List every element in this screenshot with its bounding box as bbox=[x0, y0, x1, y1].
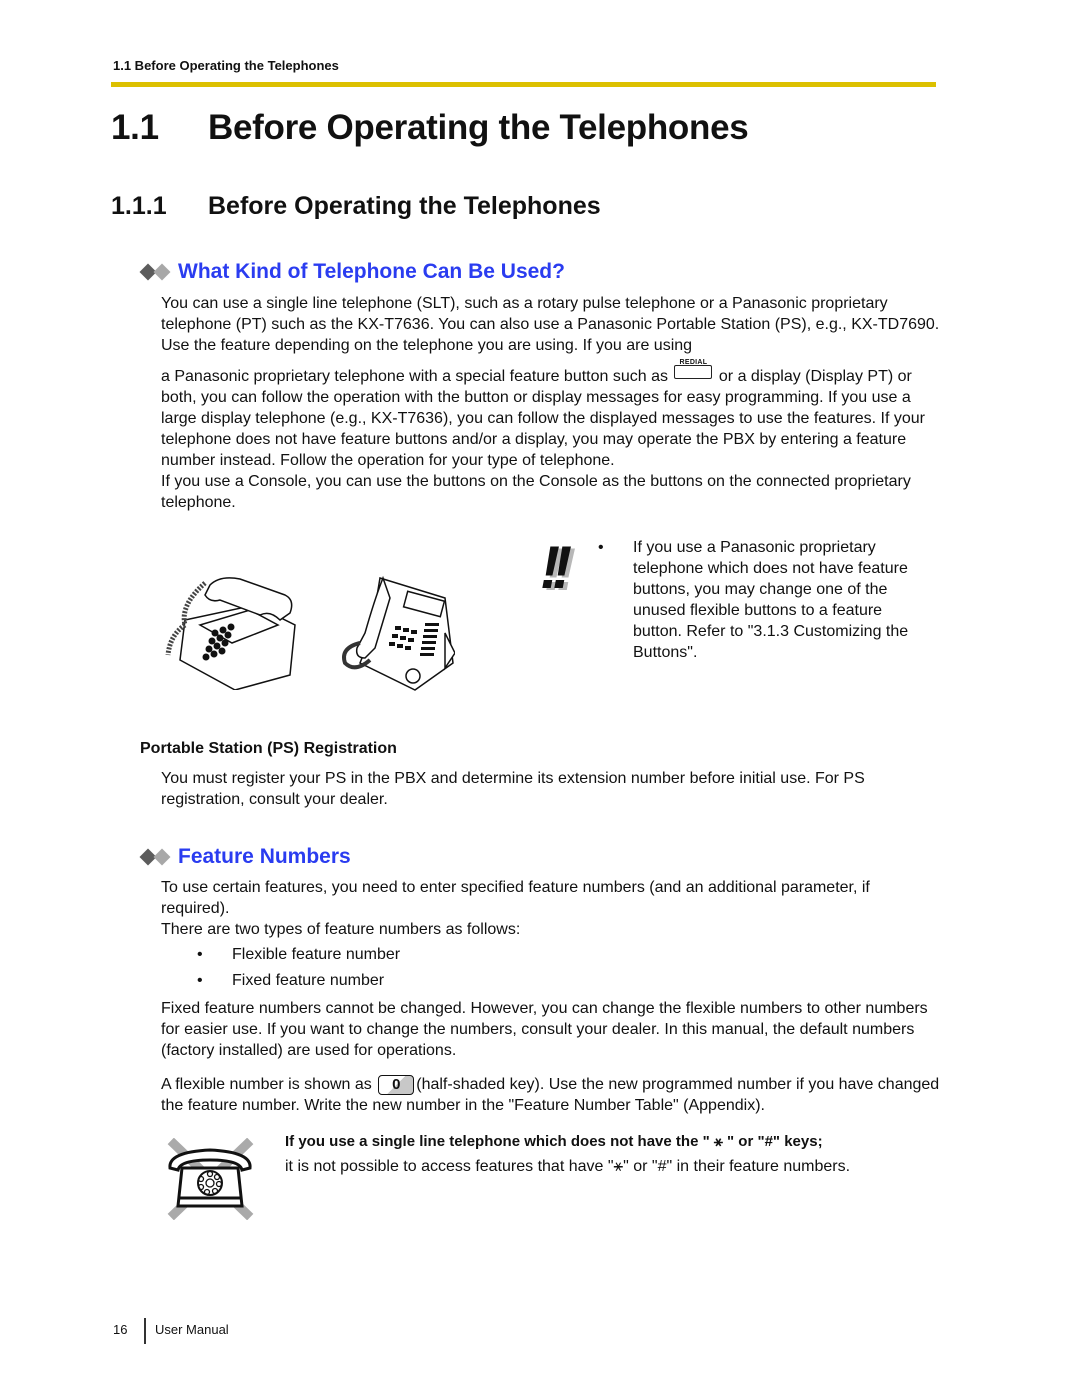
subsection-title: What Kind of Telephone Can Be Used? bbox=[178, 260, 565, 283]
important-note-icon: !! bbox=[540, 534, 572, 601]
what-kind-paragraph: You can use a single line telephone (SLT… bbox=[161, 293, 941, 513]
chapter-heading: 1.1 Before Operating the Telephones bbox=[111, 108, 749, 148]
subsection-title: Feature Numbers bbox=[178, 845, 351, 868]
note-bullet: • bbox=[598, 539, 604, 556]
intro-text: To use certain features, you need to ent… bbox=[161, 879, 870, 917]
chapter-title: Before Operating the Telephones bbox=[208, 108, 749, 147]
flex-text-before: A flexible number is shown as bbox=[161, 1076, 372, 1093]
single-line-telephone-icon bbox=[165, 577, 296, 690]
para-text-b-before: a Panasonic proprietary telephone with a… bbox=[161, 368, 668, 385]
section-title: Before Operating the Telephones bbox=[208, 192, 601, 220]
diamond-bullet-icon bbox=[139, 263, 171, 281]
ps-registration-heading: Portable Station (PS) Registration bbox=[140, 740, 397, 757]
fixed-numbers-paragraph: Fixed feature numbers cannot be changed.… bbox=[161, 1000, 928, 1059]
diamond-bullet-icon bbox=[139, 848, 171, 866]
list-item: • Flexible feature number bbox=[197, 942, 400, 968]
redial-label: REDIAL bbox=[679, 359, 708, 366]
half-shaded-key-icon: 0 bbox=[378, 1075, 415, 1095]
subsection-heading-what-kind: What Kind of Telephone Can Be Used? bbox=[139, 260, 565, 284]
subsection-heading-feature-numbers: Feature Numbers bbox=[139, 845, 351, 869]
page-number: 16 bbox=[113, 1322, 128, 1337]
bullet: • bbox=[197, 946, 203, 963]
feature-numbers-intro: To use certain features, you need to ent… bbox=[161, 877, 941, 940]
footer-divider bbox=[144, 1318, 146, 1344]
feature-types-list: • Flexible feature number • Fixed featur… bbox=[197, 942, 400, 994]
bullet: • bbox=[197, 972, 203, 989]
slt-warning-text: it is not possible to access features th… bbox=[285, 1158, 851, 1175]
ps-registration-text: You must register your PS in the PBX and… bbox=[161, 770, 865, 808]
redial-button-icon: REDIAL bbox=[674, 359, 713, 379]
rotary-telephone-prohibited-icon bbox=[167, 1138, 254, 1220]
note-text: If you use a Panasonic proprietary telep… bbox=[633, 539, 909, 661]
list-item: • Fixed feature number bbox=[197, 968, 400, 994]
chapter-number: 1.1 bbox=[111, 108, 159, 147]
slt-warning-heading: If you use a single line telephone which… bbox=[285, 1133, 823, 1150]
list-item-label: Fixed feature number bbox=[232, 972, 385, 989]
running-header: 1.1 Before Operating the Telephones bbox=[113, 58, 339, 73]
section-number: 1.1.1 bbox=[111, 192, 167, 220]
header-rule bbox=[111, 82, 936, 87]
list-item-label: Flexible feature number bbox=[232, 946, 401, 963]
important-note: • If you use a Panasonic proprietary tel… bbox=[598, 537, 928, 663]
console-paragraph: If you use a Console, you can use the bu… bbox=[161, 473, 911, 511]
flexible-number-paragraph: A flexible number is shown as 0 (half-sha… bbox=[161, 1074, 941, 1116]
section-heading: 1.1.1 Before Operating the Telephones bbox=[111, 192, 601, 221]
types-intro-text: There are two types of feature numbers a… bbox=[161, 921, 521, 938]
para-text-a: You can use a single line telephone (SLT… bbox=[161, 295, 940, 354]
proprietary-telephone-icon bbox=[342, 575, 455, 691]
footer-label: User Manual bbox=[155, 1322, 229, 1337]
